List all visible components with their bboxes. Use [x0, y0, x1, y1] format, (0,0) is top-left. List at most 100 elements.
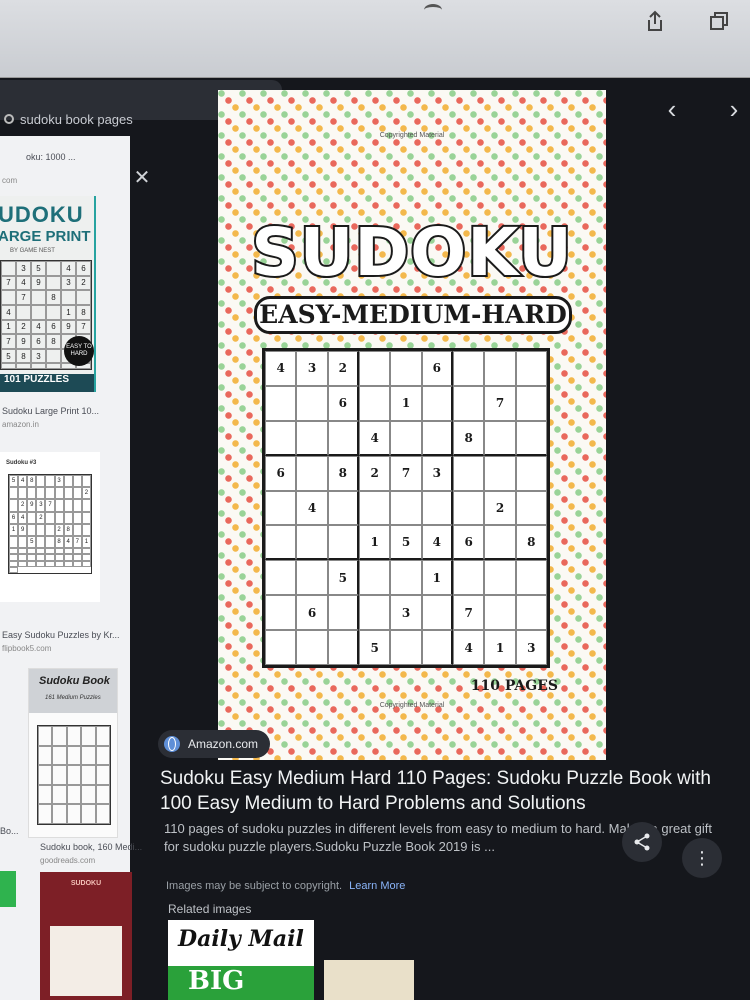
sudoku-cell: [265, 560, 297, 596]
thumb-grid-cell: 8: [46, 334, 61, 349]
thumb-grid-cell: 3: [31, 348, 46, 364]
sudoku-cell: 4: [265, 351, 297, 386]
sudoku-cell: [484, 525, 516, 561]
wifi-icon: [424, 4, 442, 16]
sudoku-cell: 3: [515, 630, 547, 665]
close-icon[interactable]: ✕: [132, 168, 152, 188]
thumb-grid-cell: [54, 499, 64, 512]
thumb-grid-cell: [63, 487, 73, 500]
result-thumbnail-1[interactable]: UDOKU ARGE PRINT BY GAME NEST 3546749327…: [0, 196, 96, 392]
sudoku-cell: [390, 351, 422, 386]
sudoku-cell: [453, 455, 485, 491]
sudoku-cell: 1: [359, 525, 391, 561]
chevron-left-icon[interactable]: ‹: [660, 96, 684, 124]
thumb-grid-cell: [95, 804, 110, 824]
sudoku-cell: [296, 455, 328, 491]
result-thumbnail-3[interactable]: Sudoku Book 161 Medium Puzzles: [28, 668, 118, 838]
sudoku-cell: [515, 595, 547, 631]
sudoku-cell: 4: [421, 525, 453, 561]
thumb-grid-cell: 3: [16, 261, 31, 276]
sudoku-cell: 3: [421, 455, 453, 491]
sudoku-cell: [453, 385, 485, 421]
sudoku-cell: 4: [296, 490, 328, 526]
thumb-grid-cell: 8: [54, 535, 64, 549]
thumb-grid-cell: [27, 523, 37, 536]
thumb-grid-cell: [72, 523, 82, 536]
share-top-button[interactable]: [636, 6, 674, 36]
thumb-grid-cell: 5: [9, 475, 19, 488]
sudoku-cell: [359, 385, 391, 421]
sudoku-cell: [327, 420, 359, 456]
sudoku-cell: 5: [359, 630, 391, 665]
sudoku-cell: 7: [484, 385, 516, 421]
thumb-grid-cell: 5: [1, 348, 16, 364]
sudoku-cell: [265, 595, 297, 631]
result-title[interactable]: Sudoku Easy Medium Hard 110 Pages: Sudok…: [160, 766, 720, 816]
result-source-1: amazon.in: [2, 420, 39, 429]
sudoku-cell: 3: [296, 351, 328, 386]
sudoku-cell: [515, 455, 547, 491]
thumb-grid-cell: [81, 726, 96, 746]
thumb-grid-cell: [95, 726, 110, 746]
thumb-cover-title: UDOKU: [0, 202, 84, 227]
preview-image[interactable]: Copyrighted Material SUDOKU EASY-MEDIUM-…: [218, 90, 606, 760]
thumb-grid-cell: 4: [31, 319, 46, 335]
thumb-grid-cell: [45, 535, 55, 549]
related-image-1[interactable]: Daily Mail BIG: [168, 920, 314, 1000]
page-count: 110 PAGES: [470, 678, 558, 694]
thumb-grid-cell: 7: [45, 499, 55, 512]
sudoku-cell: [421, 490, 453, 526]
copyright-note: Images may be subject to copyright. Lear…: [166, 880, 405, 892]
sudoku-cell: 7: [453, 595, 485, 631]
chevron-right-icon[interactable]: ›: [722, 96, 746, 124]
thumb-grid-cell: [95, 784, 110, 805]
result-thumbnail-2[interactable]: Sudoku #3 548322937642192858471: [0, 452, 100, 602]
thumb-grid-cell: [54, 487, 64, 500]
more-vertical-icon[interactable]: ⋮: [682, 838, 722, 878]
tabs-button[interactable]: [700, 6, 738, 36]
thumb-grid-cell: [52, 804, 67, 824]
thumb-grid-cell: 7: [1, 334, 16, 349]
result-caption-3[interactable]: Sudoku book, 160 Medi...: [40, 842, 142, 852]
source-chip[interactable]: Amazon.com: [158, 730, 271, 758]
sudoku-cell: 2: [327, 351, 359, 386]
thumb-grid: 548322937642192858471: [8, 474, 92, 574]
related-images-label: Related images: [168, 902, 252, 916]
thumb-grid-cell: [72, 475, 82, 488]
thumb-grid-cell: 8: [27, 475, 37, 488]
related-image-1-word-1: Daily: [178, 926, 241, 952]
thumb-grid-cell: [81, 499, 91, 512]
related-image-1-headline: BIG: [168, 966, 314, 1000]
result-caption-1[interactable]: Sudoku Large Print 10...: [2, 406, 99, 416]
learn-more-link[interactable]: Learn More: [349, 880, 405, 892]
thumb-grid-cell: 8: [16, 348, 31, 364]
sudoku-cell: [359, 595, 391, 631]
thumb-grid-cell: 9: [61, 319, 76, 335]
thumb-grid-cell: [31, 304, 46, 320]
sudoku-cell: [515, 560, 547, 596]
thumb-grid-cell: 3: [36, 499, 46, 512]
thumb-grid-cell: 6: [46, 319, 61, 335]
difficulty-badge: EASY TO HARD: [64, 336, 94, 366]
sudoku-cell: 2: [359, 455, 391, 491]
thumb-grid-cell: [95, 765, 110, 785]
sudoku-cell: [515, 351, 547, 386]
related-image-2[interactable]: [324, 960, 414, 1000]
result-caption-2[interactable]: Easy Sudoku Puzzles by Kr...: [2, 630, 120, 640]
sudoku-cell: [515, 385, 547, 421]
result-thumbnail-4[interactable]: SUDOKU: [40, 872, 132, 1000]
sudoku-cell: [515, 490, 547, 526]
thumb-grid-cell: [36, 523, 46, 536]
result-title-partial[interactable]: oku: 1000 ...: [26, 152, 76, 162]
share-button[interactable]: [622, 822, 662, 862]
thumb-grid-cell: [72, 499, 82, 512]
thumb-grid-cell: 7: [76, 319, 91, 335]
thumb-grid-cell: 1: [81, 535, 91, 549]
sudoku-cell: [265, 420, 297, 456]
result-source-2: flipbook5.com: [2, 644, 52, 653]
sudoku-cell: [390, 560, 422, 596]
sudoku-cell: [421, 385, 453, 421]
green-tab[interactable]: [0, 871, 16, 907]
thumb-grid-cell: [18, 487, 28, 500]
sudoku-cell: [390, 420, 422, 456]
